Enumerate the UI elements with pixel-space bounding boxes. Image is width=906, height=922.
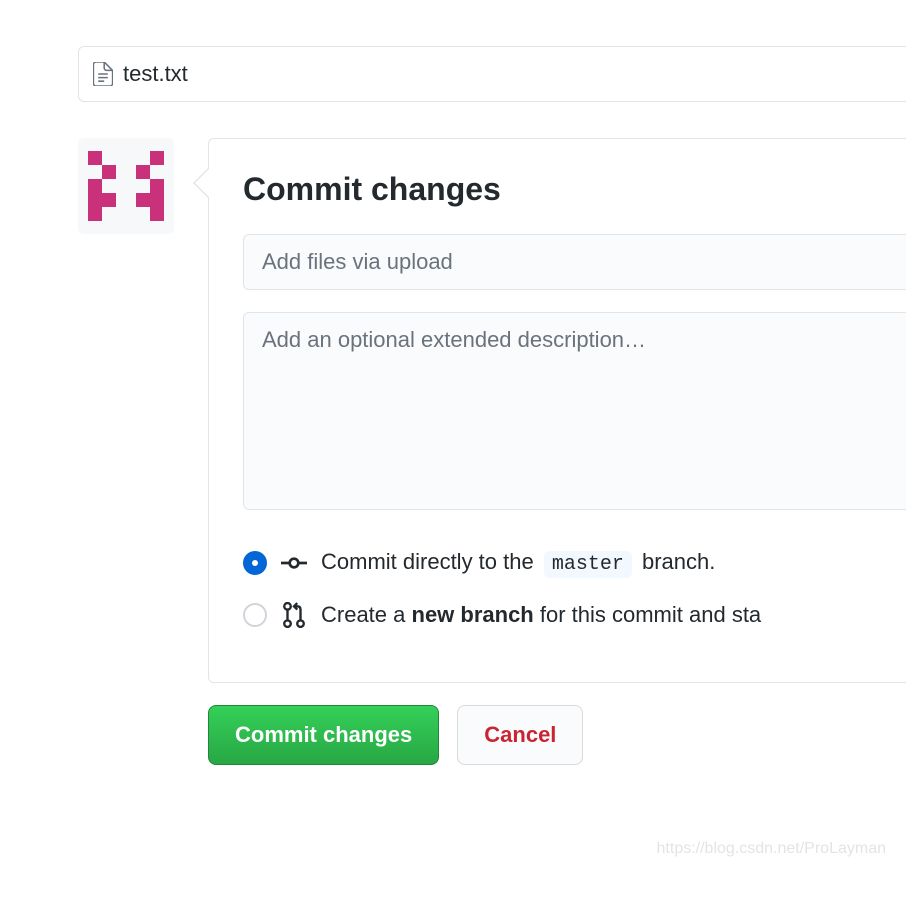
pull-request-icon <box>281 602 307 628</box>
commit-box: Commit changes Commit directly to the ma… <box>208 138 906 683</box>
radio-indicator-direct <box>243 551 267 575</box>
branch-chip: master <box>544 551 632 578</box>
radio-indicator-new-branch <box>243 603 267 627</box>
radio-new-branch-label: Create a new branch for this commit and … <box>321 602 761 628</box>
radio-commit-direct[interactable]: Commit directly to the master branch. <box>243 549 906 576</box>
radio-direct-label: Commit directly to the master branch. <box>321 549 715 576</box>
commit-heading: Commit changes <box>209 139 906 234</box>
git-commit-icon <box>281 550 307 576</box>
file-name: test.txt <box>123 61 188 87</box>
uploaded-file-row: test.txt <box>78 46 906 102</box>
commit-target-radio-group: Commit directly to the master branch. Cr… <box>209 515 906 682</box>
watermark: https://blog.csdn.net/ProLayman <box>657 840 886 858</box>
cancel-button[interactable]: Cancel <box>457 705 583 765</box>
commit-description-input[interactable] <box>243 312 906 510</box>
radio-create-branch[interactable]: Create a new branch for this commit and … <box>243 602 906 628</box>
button-row: Commit changes Cancel <box>208 705 906 765</box>
avatar <box>78 138 174 234</box>
commit-summary-input[interactable] <box>243 234 906 290</box>
file-icon <box>93 62 113 86</box>
commit-changes-button[interactable]: Commit changes <box>208 705 439 765</box>
